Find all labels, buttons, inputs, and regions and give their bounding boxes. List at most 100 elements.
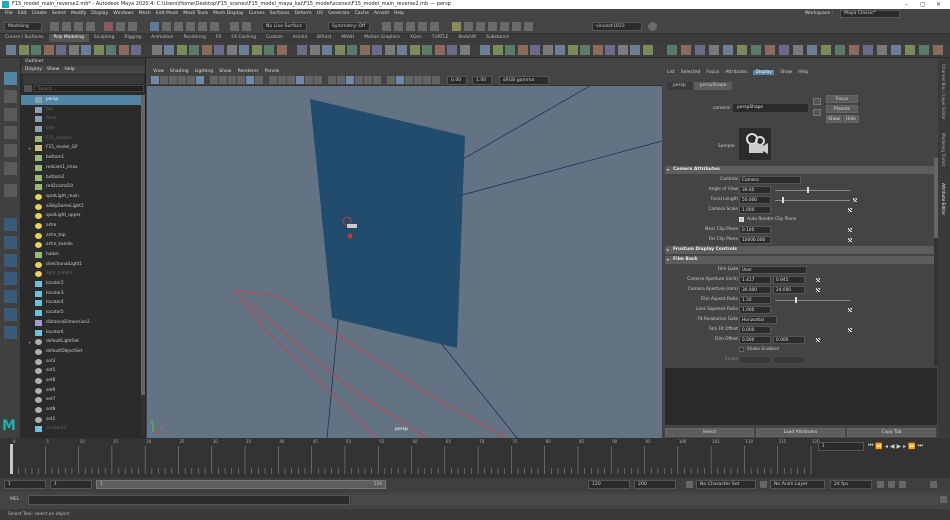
shelf-tool-icon[interactable] <box>201 45 212 55</box>
menu-mesh-display[interactable]: Mesh Display <box>213 11 244 16</box>
viewport-tool-icon[interactable] <box>337 76 345 84</box>
menu-help[interactable]: Help <box>394 11 404 16</box>
film-aspect-slider[interactable] <box>775 300 850 301</box>
viewport-tool-icon[interactable] <box>210 76 218 84</box>
menu-arnold[interactable]: Arnold <box>374 11 389 16</box>
shelf-tool-icon[interactable] <box>681 45 691 55</box>
outliner-item-locator6[interactable]: locator6 <box>21 328 142 338</box>
next-key-icon[interactable]: ▸ <box>903 443 906 450</box>
workspace-dropdown[interactable]: Maya Classic* <box>840 10 900 18</box>
hypershade-layout-icon[interactable] <box>4 308 17 321</box>
shelf-tool-icon[interactable] <box>849 45 859 55</box>
viewport-tool-icon[interactable] <box>287 76 295 84</box>
graph-persp-icon[interactable] <box>4 290 17 303</box>
outliner-search-input[interactable]: Search... <box>34 85 144 92</box>
outliner-item-f15-sample[interactable]: F15_sample <box>21 134 142 144</box>
lasso-tool-icon[interactable] <box>4 90 17 103</box>
viewport-tool-icon[interactable] <box>305 76 313 84</box>
shelf-tool-icon[interactable] <box>384 45 395 55</box>
aperture-inch-y-field[interactable]: 0.945 <box>773 276 805 284</box>
menu-generate[interactable]: Generate <box>328 11 349 16</box>
attr-menu-show[interactable]: Show <box>780 70 792 75</box>
play-back-icon[interactable]: ◀ <box>890 443 895 450</box>
select-hierarchy-icon[interactable] <box>104 22 113 31</box>
menu-cache[interactable]: Cache <box>355 11 369 16</box>
keyframe-icon[interactable] <box>848 228 852 232</box>
shelf-tool-icon[interactable] <box>667 45 677 55</box>
menu-edit-mesh[interactable]: Edit Mesh <box>156 11 178 16</box>
folder-icon[interactable] <box>50 22 59 31</box>
redo-icon[interactable] <box>86 22 95 31</box>
shelf-tool-icon[interactable] <box>709 45 719 55</box>
shelf-tool-icon[interactable] <box>359 45 370 55</box>
viewport-menu-panels[interactable]: Panels <box>265 69 280 74</box>
viewport-tool-icon[interactable] <box>160 76 168 84</box>
shelf-tool-icon[interactable] <box>434 45 445 55</box>
viewport-tool-icon[interactable] <box>255 76 263 84</box>
keyframe-icon[interactable] <box>816 278 820 282</box>
outliner-item-set7[interactable]: set7 <box>21 395 142 405</box>
viewport-tool-icon[interactable] <box>364 76 372 84</box>
arnold-render-icon[interactable] <box>452 22 461 31</box>
loop-icon[interactable] <box>877 481 884 488</box>
shelf-tool-icon[interactable] <box>18 45 29 55</box>
shelf-tool-icon[interactable] <box>695 45 705 55</box>
undo-icon[interactable] <box>74 22 83 31</box>
viewport-tool-icon[interactable] <box>296 76 304 84</box>
outliner-item-set8[interactable]: set8 <box>21 376 142 386</box>
collapse-icon[interactable]: ▾ <box>667 167 669 172</box>
fit-res-dropdown[interactable]: Horizontal <box>739 316 777 324</box>
redshift-icon[interactable] <box>512 22 521 31</box>
shelf-tab-rigging[interactable]: Rigging <box>119 34 146 42</box>
maximize-icon[interactable]: ▢ <box>920 0 926 9</box>
shelf-tool-icon[interactable] <box>239 45 249 55</box>
shake-x-field[interactable] <box>739 356 771 364</box>
frustum-section[interactable]: Frustum Display Controls <box>665 246 935 254</box>
channel-box-tab[interactable]: Channel Box / Layer Editor <box>941 64 946 120</box>
viewport-tool-icon[interactable] <box>187 76 195 84</box>
select-button[interactable]: Select <box>665 428 754 437</box>
select-component-icon[interactable] <box>128 22 137 31</box>
outliner-item-artre[interactable]: artre <box>21 221 142 231</box>
attr-menu-focus[interactable]: Focus <box>706 70 719 75</box>
shelf-tool-icon[interactable] <box>779 45 789 55</box>
live-surface-field[interactable]: No Live Surface <box>262 22 307 31</box>
film-offset-y-field[interactable]: 0.000 <box>773 336 805 344</box>
shelf-tool-icon[interactable] <box>372 45 382 55</box>
controls-dropdown[interactable]: Camera <box>739 176 801 184</box>
aperture-mm-x-field[interactable]: 36.000 <box>739 286 771 294</box>
outliner-item-artre-kamile[interactable]: artre_kamile <box>21 240 142 250</box>
camera-attributes-section[interactable]: Camera Attributes <box>665 166 935 174</box>
focal-length-field[interactable]: 50.000 <box>739 196 771 204</box>
shelf-tool-icon[interactable] <box>68 45 79 55</box>
viewport-tool-icon[interactable] <box>151 76 159 84</box>
shelf-tool-icon[interactable] <box>131 45 141 55</box>
menu-windows[interactable]: Windows <box>113 11 134 16</box>
load-attributes-button[interactable]: Load Attributes <box>756 428 845 437</box>
close-icon[interactable]: ✕ <box>936 0 941 9</box>
shelf-tool-icon[interactable] <box>422 45 432 55</box>
last-tool-icon[interactable] <box>4 184 17 197</box>
angle-of-view-slider[interactable] <box>775 190 850 191</box>
fps-dropdown[interactable]: 24 fps <box>830 480 872 489</box>
film-back-section[interactable]: Film Back <box>665 256 935 264</box>
outliner-item-set1[interactable]: set1 <box>21 415 142 425</box>
menu-select[interactable]: Select <box>52 11 66 16</box>
shelf-tool-icon[interactable] <box>642 45 653 55</box>
shelf-tool-icon[interactable] <box>530 45 540 55</box>
viewport-tool-icon[interactable] <box>228 76 236 84</box>
node-tab-persp[interactable]: persp <box>667 82 692 90</box>
shelf-tool-icon[interactable] <box>297 45 307 55</box>
symmetry-dropdown[interactable]: Symmetry: Off <box>328 22 370 31</box>
xgen-icon[interactable] <box>524 22 533 31</box>
construction-icon[interactable] <box>242 22 251 31</box>
shelf-tool-icon[interactable] <box>630 45 640 55</box>
shelf-tool-icon[interactable] <box>821 45 831 55</box>
keyframe-icon[interactable] <box>816 288 820 292</box>
go-input-icon[interactable] <box>813 98 821 105</box>
shelf-tool-icon[interactable] <box>505 45 515 55</box>
go-start-icon[interactable]: ⏮ <box>868 442 873 450</box>
expand-icon[interactable]: ▸ <box>667 247 669 252</box>
menu-modify[interactable]: Modify <box>71 11 86 16</box>
shelf-tool-icon[interactable] <box>919 45 929 55</box>
